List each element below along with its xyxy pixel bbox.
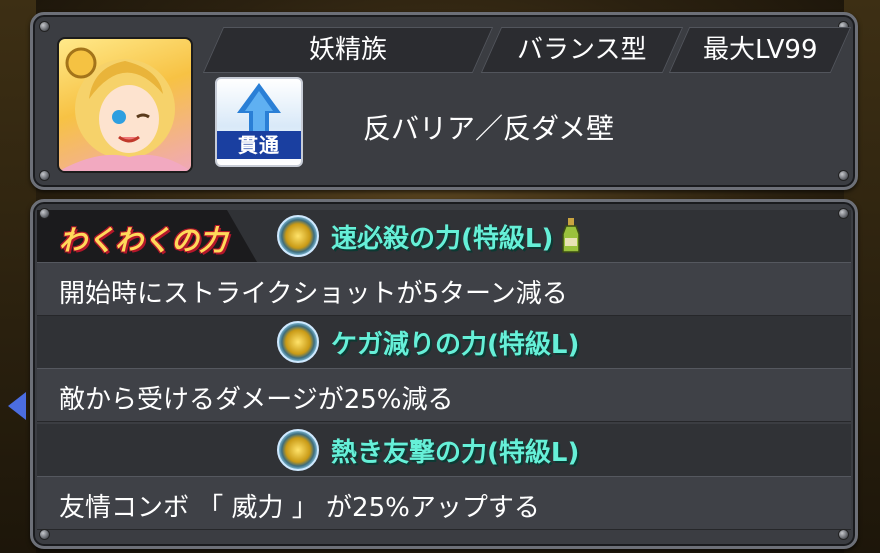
- power-description: 敵から受けるダメージが25%減る: [59, 385, 454, 415]
- up-arrow-icon: [237, 83, 281, 135]
- power-title-2: ケガ減りの力(特級L): [277, 321, 580, 363]
- scroll-left-arrow-icon[interactable]: [8, 392, 26, 420]
- rivet-icon: [838, 529, 849, 540]
- power-orb-icon: [277, 215, 319, 257]
- wakuwaku-tab-label: わくわくの力: [59, 224, 228, 257]
- rivet-icon: [838, 170, 849, 181]
- power-orb-icon: [277, 321, 319, 363]
- character-info-panel: 妖精族 バランス型 最大LV99 貫通 反バリア／反ダメ壁: [30, 12, 858, 190]
- ability-text: 反バリア／反ダメ壁: [363, 112, 615, 145]
- character-avatar[interactable]: [57, 37, 193, 173]
- rivet-icon: [39, 170, 50, 181]
- rivet-icon: [39, 529, 50, 540]
- max-level-tag: 最大LV99: [668, 27, 852, 73]
- battle-type-tag: バランス型: [480, 27, 684, 73]
- gimmick-label: 貫通: [217, 131, 301, 159]
- power-orb-icon: [277, 429, 319, 471]
- power-description-3: 友情コンボ 「 威力 」 が25%アップする: [37, 476, 851, 530]
- power-title-1: 速必殺の力(特級L): [277, 215, 581, 257]
- power-title-3: 熱き友撃の力(特級L): [277, 429, 580, 471]
- power-name: ケガ減りの力(特級L): [331, 329, 580, 360]
- rivet-icon: [39, 208, 50, 219]
- power-name: 熱き友撃の力(特級L): [331, 437, 580, 468]
- wakuwaku-tab: わくわくの力: [37, 210, 257, 262]
- power-description: 友情コンボ 「 威力 」 が25%アップする: [59, 493, 540, 523]
- pierce-gimmick-icon: 貫通: [215, 77, 303, 167]
- rivet-icon: [39, 21, 50, 32]
- power-description: 開始時にストライクショットが5ターン減る: [59, 279, 568, 309]
- power-description-2: 敵から受けるダメージが25%減る: [37, 368, 851, 422]
- potion-bottle-icon: [562, 218, 581, 253]
- power-name: 速必殺の力(特級L): [331, 223, 554, 254]
- character-portrait-icon: [59, 47, 191, 171]
- power-header-3[interactable]: 熱き友撃の力(特級L): [37, 424, 851, 476]
- power-header-2[interactable]: ケガ減りの力(特級L): [37, 316, 851, 368]
- race-tag: 妖精族: [202, 27, 494, 73]
- wakuwaku-panel: わくわくの力 速必殺の力(特級L) 開始時にストライクショットが5ターン減る ケ…: [30, 199, 858, 549]
- rivet-icon: [838, 208, 849, 219]
- power-header-1[interactable]: わくわくの力 速必殺の力(特級L): [37, 210, 851, 262]
- power-description-1: 開始時にストライクショットが5ターン減る: [37, 262, 851, 316]
